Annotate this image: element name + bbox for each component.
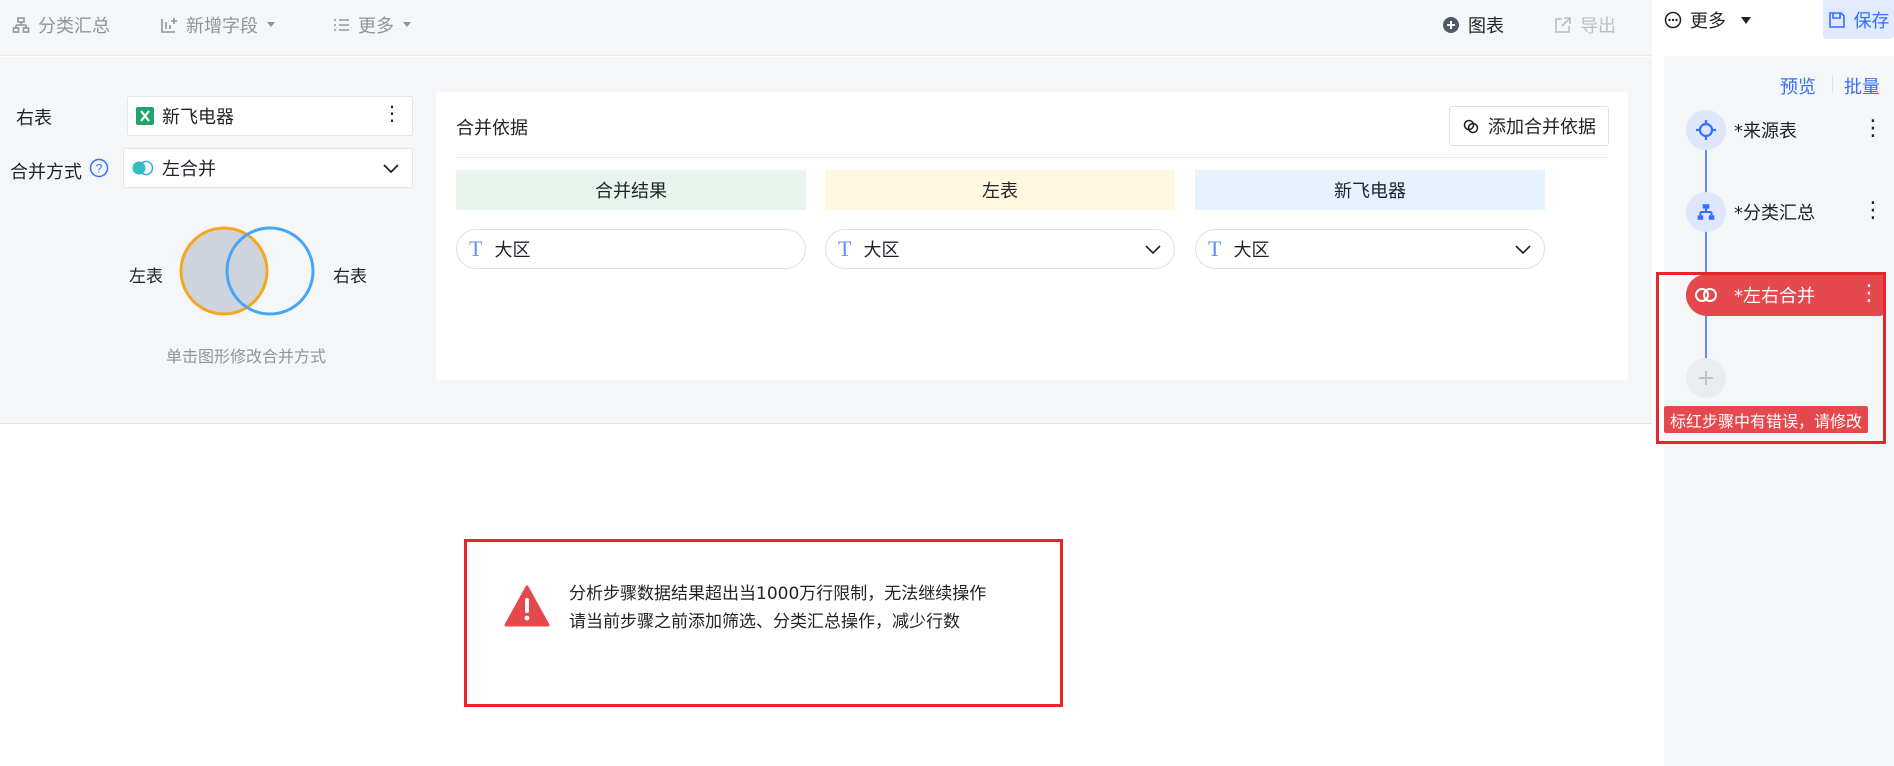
link-icon bbox=[1463, 119, 1479, 134]
svg-text:?: ? bbox=[96, 162, 103, 176]
export-icon bbox=[1555, 17, 1571, 33]
text-type-icon: T bbox=[1208, 236, 1222, 261]
right-table-column-header: 新飞电器 bbox=[1195, 170, 1545, 210]
list-icon bbox=[334, 19, 349, 31]
warning-line-2: 请当前步骤之前添加筛选、分类汇总操作，减少行数 bbox=[569, 612, 960, 632]
venn-diagram[interactable] bbox=[178, 224, 320, 320]
help-icon[interactable]: ? bbox=[89, 158, 109, 178]
chevron-down-icon bbox=[1145, 245, 1161, 255]
right-table-field-value: 大区 bbox=[1233, 240, 1270, 261]
merge-basis-title: 合并依据 bbox=[456, 118, 528, 139]
save-icon bbox=[1828, 11, 1845, 28]
more-circle-icon bbox=[1664, 11, 1682, 29]
venn-left-label: 左表 bbox=[129, 267, 163, 287]
result-column-header: 合并结果 bbox=[456, 170, 806, 210]
right-table-value: 新飞电器 bbox=[162, 107, 234, 128]
more-menu-label: 更多 bbox=[358, 16, 394, 37]
right-table-label: 右表 bbox=[16, 108, 52, 129]
result-field-value: 大区 bbox=[494, 240, 531, 261]
more-vertical-icon[interactable]: ⋮ bbox=[1862, 200, 1884, 222]
more-menu-button[interactable]: 更多 bbox=[332, 12, 412, 38]
caret-down-icon bbox=[403, 22, 411, 27]
save-label: 保存 bbox=[1853, 10, 1890, 32]
save-button[interactable]: 保存 bbox=[1823, 0, 1894, 39]
warning-line-1: 分析步骤数据结果超出当1000万行限制，无法继续操作 bbox=[569, 584, 987, 604]
add-merge-basis-label: 添加合并依据 bbox=[1488, 117, 1596, 138]
merge-mode-label: 合并方式 bbox=[10, 162, 82, 183]
step-source-table[interactable]: *来源表 ⋮ bbox=[1686, 108, 1884, 152]
left-table-column-header: 左表 bbox=[825, 170, 1175, 210]
top-right-actions: 更多 保存 bbox=[1652, 0, 1894, 56]
step-label: *来源表 bbox=[1734, 121, 1797, 142]
more-vertical-icon[interactable]: ⋮ bbox=[1862, 118, 1884, 140]
caret-down-icon bbox=[1741, 16, 1751, 24]
plus-circle-icon bbox=[1443, 17, 1459, 33]
add-merge-basis-button[interactable]: 添加合并依据 bbox=[1449, 106, 1609, 146]
chevron-down-icon bbox=[1515, 245, 1531, 255]
left-table-field-select[interactable]: T 大区 bbox=[825, 229, 1175, 269]
link-separator bbox=[1832, 76, 1833, 92]
batch-link[interactable]: 批量 bbox=[1844, 73, 1880, 99]
venn-right-label: 右表 bbox=[333, 267, 367, 287]
right-table-select[interactable]: 新飞电器 ⋮ bbox=[127, 96, 413, 136]
more-vertical-icon[interactable]: ⋮ bbox=[382, 103, 402, 123]
source-icon bbox=[1686, 110, 1726, 150]
preview-link[interactable]: 预览 bbox=[1780, 73, 1816, 99]
export-button[interactable]: 导出 bbox=[1554, 12, 1616, 38]
venn-hint: 单击图形修改合并方式 bbox=[166, 347, 327, 366]
more-right-label: 更多 bbox=[1690, 11, 1726, 32]
hierarchy-icon bbox=[12, 17, 30, 33]
add-field-icon bbox=[161, 18, 177, 33]
text-type-icon: T bbox=[469, 236, 483, 261]
group-icon bbox=[1686, 192, 1726, 232]
step-label: *分类汇总 bbox=[1734, 203, 1815, 224]
toolbar: 分类汇总 新增字段 更多 图表 导出 bbox=[0, 0, 1652, 56]
add-field-label: 新增字段 bbox=[186, 16, 258, 37]
caret-down-icon bbox=[267, 22, 275, 27]
highlight-outline bbox=[1656, 272, 1886, 444]
group-summary-button[interactable]: 分类汇总 bbox=[12, 12, 110, 38]
right-table-field-select[interactable]: T 大区 bbox=[1195, 229, 1545, 269]
more-right-button[interactable]: 更多 bbox=[1664, 7, 1752, 33]
chart-button[interactable]: 图表 bbox=[1442, 12, 1504, 38]
export-label: 导出 bbox=[1580, 16, 1616, 37]
left-join-icon bbox=[132, 160, 154, 176]
divider bbox=[456, 157, 1608, 158]
result-field: T 大区 bbox=[456, 229, 806, 269]
merge-mode-select[interactable]: 左合并 bbox=[123, 148, 413, 188]
merge-mode-value: 左合并 bbox=[162, 159, 216, 180]
step-group-summary[interactable]: *分类汇总 ⋮ bbox=[1686, 190, 1884, 234]
warning-icon bbox=[504, 585, 550, 627]
text-type-icon: T bbox=[838, 236, 852, 261]
chart-label: 图表 bbox=[1468, 16, 1504, 37]
excel-icon bbox=[136, 107, 154, 125]
add-field-button[interactable]: 新增字段 bbox=[160, 12, 276, 38]
chevron-down-icon bbox=[383, 164, 399, 174]
left-table-field-value: 大区 bbox=[863, 240, 900, 261]
group-summary-label: 分类汇总 bbox=[38, 16, 110, 37]
